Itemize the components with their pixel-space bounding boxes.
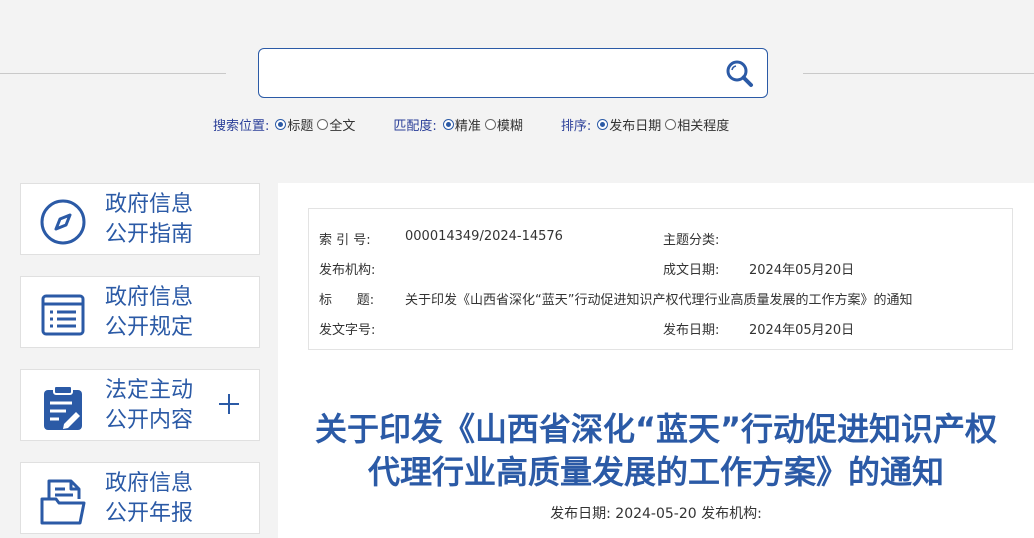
radio-fulltext-indicator[interactable]: [317, 118, 329, 130]
document-title-line1: 关于印发《山西省深化“蓝天”行动促进知识产权: [314, 410, 998, 448]
sidebar-label-line2: 公开规定: [105, 315, 194, 340]
document-title: 关于印发《山西省深化“蓝天”行动促进知识产权 代理行业高质量发展的工作方案》的通…: [278, 408, 1034, 494]
radio-relevance[interactable]: 相关程度: [665, 115, 729, 134]
pub-date-value: 2024年05月20日: [749, 323, 855, 338]
radio-title-label: 标题: [287, 118, 314, 134]
sidebar-label-line2: 公开年报: [105, 501, 194, 526]
sidebar-label-line1: 政府信息: [105, 285, 194, 310]
sidebar-item-guide[interactable]: 政府信息 公开指南: [20, 183, 260, 255]
sort-group: 排序: 发布日期 相关程度: [561, 115, 733, 134]
radio-fulltext-label: 全文: [329, 118, 356, 134]
org-label: 发布机构:: [319, 263, 376, 278]
pub-date-label: 发布日期:: [663, 323, 720, 338]
index-label: 索 引 号:: [319, 233, 371, 248]
radio-pub-date-label: 发布日期: [609, 118, 662, 134]
sidebar-item-content[interactable]: 法定主动 公开内容: [20, 369, 260, 441]
radio-fuzzy-indicator[interactable]: [484, 118, 496, 130]
clipboard-edit-icon: [44, 385, 82, 430]
radio-title-indicator[interactable]: [275, 118, 287, 130]
divider-right: [803, 73, 1034, 74]
search-position-label: 搜索位置:: [213, 118, 270, 134]
search-button[interactable]: [723, 57, 757, 91]
radio-exact-label: 精准: [454, 118, 481, 134]
radio-exact-indicator[interactable]: [442, 118, 454, 130]
title-label: 标 题:: [319, 293, 375, 308]
search-input[interactable]: [271, 57, 715, 91]
radio-fuzzy[interactable]: 模糊: [484, 115, 523, 134]
sidebar-item-label: 法定主动 公开内容: [105, 376, 215, 436]
sidebar-item-rules[interactable]: 政府信息 公开规定: [20, 276, 260, 348]
sidebar-label-line1: 政府信息: [105, 192, 194, 217]
sidebar-item-label: 政府信息 公开指南: [105, 190, 215, 250]
radio-pub-date[interactable]: 发布日期: [597, 115, 661, 134]
main-panel: 索 引 号: 000014349/2024-14576 主题分类: 发布机构: …: [278, 183, 1034, 538]
sidebar-item-label: 政府信息 公开年报: [105, 469, 215, 529]
doc-number-label: 发文字号:: [319, 323, 376, 338]
document-meta: 发布日期: 2024-05-20 发布机构:: [550, 506, 762, 522]
search-box: [258, 48, 768, 98]
search-icon: [726, 60, 753, 87]
radio-relevance-indicator[interactable]: [665, 118, 677, 130]
created-date-value: 2024年05月20日: [749, 263, 855, 278]
match-group: 匹配度: 精准 模糊: [393, 115, 526, 134]
radio-relevance-label: 相关程度: [677, 118, 730, 134]
radio-fulltext[interactable]: 全文: [317, 115, 355, 134]
sidebar-label-line1: 法定主动: [105, 378, 194, 403]
search-options: 搜索位置: 标题 全文 匹配度: 精准 模糊 排序: 发布日期 相关程度: [213, 114, 733, 134]
radio-title[interactable]: 标题: [275, 115, 313, 134]
sidebar-label-line1: 政府信息: [105, 471, 194, 496]
sidebar-item-annual-report[interactable]: 政府信息 公开年报: [20, 462, 260, 534]
sidebar-label-line2: 公开内容: [105, 408, 194, 433]
metadata-box: 索 引 号: 000014349/2024-14576 主题分类: 发布机构: …: [308, 208, 1013, 350]
document-list-icon: [41, 294, 85, 336]
created-date-label: 成文日期:: [663, 263, 720, 278]
compass-icon: [40, 199, 86, 245]
divider-left: [0, 73, 226, 74]
topic-label: 主题分类:: [663, 233, 720, 248]
sort-label: 排序:: [560, 118, 592, 134]
title-value: 关于印发《山西省深化“蓝天”行动促进知识产权代理行业高质量发展的工作方案》的通知: [405, 293, 913, 308]
match-label: 匹配度:: [393, 118, 437, 134]
radio-pub-date-indicator[interactable]: [597, 118, 609, 130]
radio-exact[interactable]: 精准: [442, 115, 481, 134]
radio-fuzzy-label: 模糊: [496, 118, 523, 134]
plus-icon[interactable]: [217, 392, 241, 416]
document-title-line2: 代理行业高质量发展的工作方案》的通知: [367, 453, 944, 491]
sidebar-label-line2: 公开指南: [105, 222, 194, 247]
index-value: 000014349/2024-14576: [405, 229, 563, 244]
search-position-group: 搜索位置: 标题 全文: [213, 115, 359, 134]
folder-report-icon: [40, 479, 86, 525]
sidebar-item-label: 政府信息 公开规定: [105, 283, 215, 343]
